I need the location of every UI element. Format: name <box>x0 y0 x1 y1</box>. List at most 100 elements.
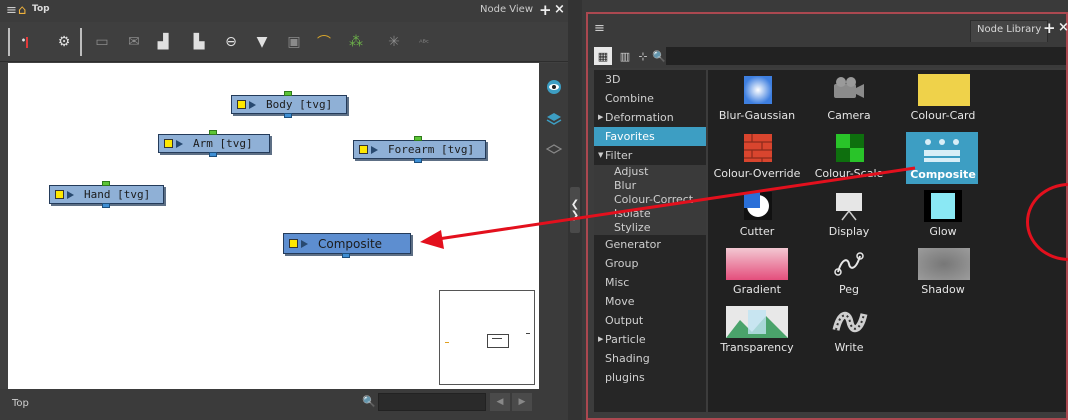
home-icon[interactable]: ⌂ <box>18 3 26 18</box>
gear-icon[interactable]: ⚙ <box>54 32 74 52</box>
close-icon[interactable]: × <box>554 2 565 17</box>
node-link-icon[interactable]: ▟ <box>153 32 173 52</box>
category-stylize[interactable]: Stylize <box>594 221 706 235</box>
category-shading[interactable]: Shading <box>594 349 706 368</box>
tile-colour-scale[interactable]: Colour-Scale <box>804 130 894 186</box>
output-port[interactable] <box>342 253 350 258</box>
navigator-node-mark <box>492 338 502 339</box>
node-expand-icon[interactable] <box>371 145 378 154</box>
tile-gradient[interactable]: Gradient <box>712 246 802 302</box>
category-particle[interactable]: ▶ Particle <box>594 330 706 349</box>
input-port[interactable] <box>414 136 422 141</box>
tile-transparency[interactable]: Transparency <box>712 304 802 360</box>
breadcrumb[interactable]: Top <box>32 4 50 14</box>
globe-icon[interactable]: ⊖ <box>221 32 241 52</box>
node-expand-icon[interactable] <box>249 100 256 109</box>
collapse-right-icon[interactable]: ❯ <box>571 210 579 221</box>
category-deformation[interactable]: ▶ Deformation <box>594 108 706 127</box>
node-group-icon[interactable]: ▙ <box>189 32 209 52</box>
tile-colour-override[interactable]: Colour-Override <box>712 130 802 186</box>
category-group[interactable]: Group <box>594 254 706 273</box>
toolbar-handle[interactable] <box>8 28 10 56</box>
node-canvas[interactable]: Body [tvg] Arm [tvg] Forearm [tvg] Hand … <box>8 63 539 389</box>
node-hand[interactable]: Hand [tvg] <box>49 181 164 208</box>
add-view-icon[interactable]: + <box>539 1 552 19</box>
collapse-handle[interactable]: ❮ ❯ <box>570 187 580 233</box>
image-icon[interactable]: ▭ <box>92 32 112 52</box>
collapse-left-icon[interactable]: ❮ <box>571 199 579 210</box>
output-port[interactable] <box>414 158 422 163</box>
node-body[interactable]: Body [tvg] <box>231 91 347 118</box>
input-port[interactable] <box>102 181 110 186</box>
display-icon[interactable]: ▣ <box>284 32 304 52</box>
tile-shadow[interactable]: Shadow <box>898 246 988 302</box>
node-color-swatch[interactable] <box>237 100 246 109</box>
tile-write[interactable]: Write <box>804 304 894 360</box>
layers-icon[interactable] <box>544 107 564 127</box>
menu-icon[interactable]: ≡ <box>594 21 605 36</box>
library-search-input[interactable] <box>666 47 1066 65</box>
category-combine[interactable]: Combine <box>594 89 706 108</box>
tile-glow[interactable]: Glow <box>898 188 988 244</box>
category-misc[interactable]: Misc <box>594 273 706 292</box>
node-search-input[interactable] <box>378 393 486 411</box>
category-filter[interactable]: ▼ Filter <box>594 146 706 165</box>
category-favorites[interactable]: Favorites <box>594 127 706 146</box>
category-plugins[interactable]: plugins <box>594 368 706 387</box>
tile-display[interactable]: Display <box>804 188 894 244</box>
category-blur[interactable]: Blur <box>594 179 706 193</box>
tile-camera[interactable]: Camera <box>804 72 894 128</box>
output-port[interactable] <box>209 152 217 157</box>
navigator-viewport[interactable] <box>487 334 509 348</box>
scroll-left-button[interactable]: ◀ <box>490 393 510 411</box>
tile-composite[interactable]: Composite <box>898 130 988 186</box>
output-port[interactable] <box>102 203 110 208</box>
tile-cutter[interactable]: Cutter <box>712 188 802 244</box>
node-forearm[interactable]: Forearm [tvg] <box>353 136 486 163</box>
pin-icon[interactable] <box>16 32 36 52</box>
category-generator[interactable]: Generator <box>594 235 706 254</box>
tab-node-library[interactable]: Node Library <box>970 20 1049 42</box>
input-port[interactable] <box>209 130 217 135</box>
node-color-swatch[interactable] <box>289 239 298 248</box>
tab-node-view[interactable]: Node View <box>474 2 539 20</box>
add-view-icon[interactable]: + <box>1043 19 1056 37</box>
camera-icon[interactable]: ⌒ <box>314 32 334 52</box>
collapse-icon[interactable]: ▼ <box>598 146 603 165</box>
node-composite[interactable]: Composite <box>283 233 411 258</box>
node-expand-icon[interactable] <box>67 190 74 199</box>
output-port[interactable] <box>284 113 292 118</box>
text-icon[interactable]: ᴬᴮᶜ <box>414 32 434 52</box>
node-color-swatch[interactable] <box>55 190 64 199</box>
close-icon[interactable]: × <box>1058 20 1068 35</box>
tile-colour-card[interactable]: Colour-Card <box>898 72 988 128</box>
grid-view-icon[interactable]: ▥ <box>616 47 634 65</box>
category-colour-correct[interactable]: Colour-Correct <box>594 193 706 207</box>
panel-splitter[interactable]: ❮ ❯ <box>568 0 582 420</box>
tile-peg[interactable]: Peg <box>804 246 894 302</box>
category-adjust[interactable]: Adjust <box>594 165 706 179</box>
eye-icon[interactable] <box>544 77 564 97</box>
sparkle-icon[interactable]: ✳ <box>384 32 404 52</box>
input-port[interactable] <box>284 91 292 96</box>
menu-icon[interactable]: ≡ <box>6 3 17 18</box>
category-3d[interactable]: 3D <box>594 70 706 89</box>
category-output[interactable]: Output <box>594 311 706 330</box>
node-color-swatch[interactable] <box>164 139 173 148</box>
navigator-thumbnail[interactable] <box>439 290 535 385</box>
peg-icon[interactable]: ▼ <box>252 32 272 52</box>
scroll-right-button[interactable]: ▶ <box>512 393 532 411</box>
expand-icon[interactable]: ▶ <box>598 330 603 349</box>
node-expand-icon[interactable] <box>176 139 183 148</box>
node-color-swatch[interactable] <box>359 145 368 154</box>
tile-blur-gaussian[interactable]: Blur-Gaussian <box>712 72 802 128</box>
category-isolate[interactable]: Isolate <box>594 207 706 221</box>
node-expand-icon[interactable] <box>301 239 308 248</box>
node-arm[interactable]: Arm [tvg] <box>158 130 270 157</box>
list-view-icon[interactable]: ▦ <box>594 47 612 65</box>
expand-icon[interactable]: ▶ <box>598 108 603 127</box>
tree-icon[interactable]: ⁂ <box>346 32 366 52</box>
category-move[interactable]: Move <box>594 292 706 311</box>
layers-outline-icon[interactable] <box>544 139 564 159</box>
mail-icon[interactable]: ✉ <box>124 32 144 52</box>
